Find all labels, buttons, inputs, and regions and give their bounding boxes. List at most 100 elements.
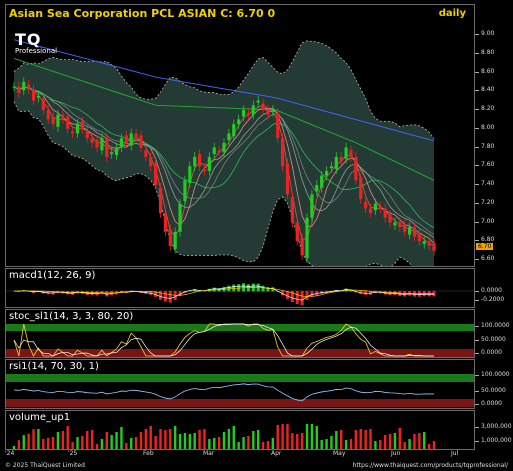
volume-bar <box>403 442 406 449</box>
candle-body <box>100 138 104 151</box>
candle-body <box>334 156 338 170</box>
volume-bar <box>56 432 60 449</box>
volume-bar <box>286 424 289 449</box>
candle-body <box>139 135 143 148</box>
volume-bar <box>330 436 333 449</box>
macd-histogram-bar <box>427 291 431 297</box>
volume-bar <box>291 433 294 449</box>
candle-body <box>217 150 221 153</box>
volume-bar <box>237 442 240 449</box>
logo-sub: Professional <box>15 47 58 55</box>
candle-body <box>227 133 231 140</box>
x-label-jun: Jun <box>391 450 401 457</box>
volume-bar <box>139 432 143 449</box>
volume-bar <box>300 433 304 449</box>
volume-bar <box>359 429 362 449</box>
candle-body <box>417 233 421 242</box>
volume-bar <box>130 438 133 449</box>
footer-url[interactable]: https://www.thaiquest.com/products/tqpro… <box>353 462 508 469</box>
volume-bar <box>305 424 309 449</box>
price-tick: 8.60 <box>474 67 495 75</box>
macd-histogram-bar <box>417 291 421 297</box>
macd-histogram-bar <box>305 291 309 301</box>
volume-bar <box>125 443 128 449</box>
candle-body <box>85 131 89 139</box>
candle-body <box>398 222 402 228</box>
volume-bar <box>105 432 108 449</box>
stoch-panel[interactable]: stoc_sl1(14, 3, 3, 80, 20) <box>5 309 475 358</box>
candle-body <box>22 81 26 91</box>
candle-body <box>134 133 138 139</box>
volume-bar <box>81 436 84 449</box>
volume-bar <box>159 429 162 449</box>
rsi-title: rsi1(14, 70, 30, 1) <box>9 361 99 372</box>
volume-panel[interactable]: volume_up1 <box>5 410 475 450</box>
candle-body <box>261 103 265 110</box>
price-tick: 7.60 <box>474 161 495 169</box>
candle-body <box>31 89 36 101</box>
volume-bar <box>120 427 123 449</box>
rsi-tick-2: 0.0000 <box>475 400 502 407</box>
candle-body <box>310 194 314 218</box>
candle-body <box>403 224 407 232</box>
volume-bar <box>354 430 358 449</box>
volume-chart[interactable] <box>6 411 475 450</box>
candle-body <box>149 156 153 167</box>
candle-body <box>144 150 148 157</box>
volume-bar <box>208 439 211 449</box>
candle-body <box>46 110 50 120</box>
volume-bar <box>188 434 192 449</box>
volume-bar <box>149 426 152 449</box>
volume-bar <box>256 430 260 449</box>
price-tick: 9.00 <box>474 30 495 37</box>
candle-body <box>114 147 119 155</box>
candle-body <box>17 86 21 94</box>
last-price-tag: 6.70 <box>476 243 494 250</box>
volume-bar <box>232 426 235 449</box>
candle-body <box>197 154 202 167</box>
candle-body <box>105 138 109 157</box>
volume-bar <box>344 440 348 449</box>
candle-body <box>320 175 324 188</box>
macd-panel[interactable]: macd1(12, 26, 9) <box>5 268 475 308</box>
volume-bar <box>32 429 35 449</box>
candle-body <box>251 105 255 115</box>
candle-body <box>71 131 75 134</box>
volume-bar <box>27 433 30 449</box>
macd-histogram-bar <box>403 291 407 297</box>
candle-body <box>339 156 343 162</box>
candle-body <box>188 166 192 184</box>
rsi-panel[interactable]: rsi1(14, 70, 30, 1) <box>5 359 475 409</box>
candle-body <box>207 156 211 171</box>
macd-histogram-bar <box>310 291 314 297</box>
volume-bar <box>296 434 299 449</box>
volume-bar <box>271 438 275 449</box>
volume-bar <box>320 440 323 449</box>
price-panel[interactable]: Asian Sea Corporation PCL ASIAN C: 6.70 … <box>5 4 475 267</box>
candle-body <box>432 243 436 251</box>
volume-bar <box>22 435 25 449</box>
candle-body <box>266 110 270 115</box>
candle-body <box>61 114 65 120</box>
candle-body <box>173 231 177 249</box>
change-value: 0 <box>267 7 276 20</box>
volume-bar <box>310 424 314 449</box>
candle-body <box>183 180 187 201</box>
volume-bar <box>217 437 221 449</box>
price-chart[interactable] <box>6 5 475 267</box>
volume-bar <box>183 433 187 449</box>
volume-bar <box>388 434 392 449</box>
candle-body <box>427 241 431 246</box>
volume-bar <box>213 438 216 449</box>
price-tick: 8.40 <box>474 86 495 94</box>
macd-histogram-bar <box>163 291 167 302</box>
candle-body <box>212 147 216 155</box>
candle-body <box>422 241 426 245</box>
macd-histogram-bar <box>398 291 402 297</box>
volume-bar <box>76 437 79 449</box>
volume-bar <box>154 436 157 449</box>
volume-bar <box>242 437 245 449</box>
volume-bar <box>364 430 367 449</box>
period-label[interactable]: daily <box>439 8 466 19</box>
candle-body <box>12 86 16 88</box>
